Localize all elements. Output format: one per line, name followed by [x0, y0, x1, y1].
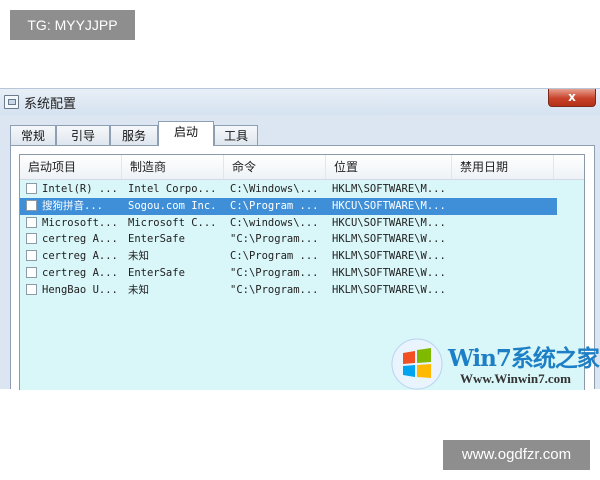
- startup-checkbox[interactable]: [26, 283, 37, 295]
- column-header-manufacturer[interactable]: 制造商: [122, 155, 224, 179]
- column-header-location[interactable]: 位置: [326, 155, 452, 179]
- cell-location: HKLM\SOFTWARE\M...: [332, 183, 446, 195]
- window-title: 系统配置: [24, 97, 77, 112]
- table-row[interactable]: Microsoft... Microsoft C... C:\windows\.…: [20, 215, 584, 232]
- table-row[interactable]: Intel(R) ... Intel Corpo... C:\Windows\.…: [20, 181, 584, 198]
- cell-item: Intel(R) ...: [42, 183, 118, 195]
- tab-services[interactable]: 服务: [110, 125, 158, 145]
- cell-item: certreg A...: [42, 250, 118, 263]
- column-header-disabled-date[interactable]: 禁用日期: [452, 155, 554, 179]
- cell-location: HKLM\SOFTWARE\W...: [332, 283, 446, 296]
- close-button[interactable]: x: [548, 89, 596, 107]
- table-row[interactable]: certreg A... EnterSafe "C:\Program... HK…: [20, 265, 584, 282]
- win7-logo: Win7系统之家 Www.Winwin7.com: [390, 337, 600, 397]
- startup-checkbox[interactable]: [26, 216, 37, 228]
- cell-manufacturer: Intel Corpo...: [128, 183, 217, 195]
- cell-manufacturer: 未知: [128, 283, 149, 296]
- cell-manufacturer: Sogou.com Inc.: [128, 199, 217, 212]
- cell-command: "C:\Program...: [230, 266, 319, 279]
- startup-checkbox[interactable]: [26, 250, 37, 262]
- startup-checkbox[interactable]: [26, 183, 37, 194]
- tab-boot[interactable]: 引导: [56, 125, 110, 145]
- tab-startup[interactable]: 启动: [158, 121, 214, 146]
- table-row[interactable]: certreg A... EnterSafe "C:\Program... HK…: [20, 231, 584, 248]
- logo-brand-text: Win7系统之家: [448, 345, 600, 372]
- startup-checkbox[interactable]: [26, 266, 37, 278]
- cell-item: HengBao U...: [42, 283, 118, 296]
- cell-manufacturer: EnterSafe: [128, 266, 185, 279]
- cell-command: C:\windows\...: [230, 216, 319, 229]
- tab-general[interactable]: 常规: [10, 125, 56, 145]
- table-row[interactable]: certreg A... 未知 C:\Program ... HKLM\SOFT…: [20, 248, 584, 265]
- cell-item: certreg A...: [42, 266, 118, 279]
- startup-rows: Intel(R) ... Intel Corpo... C:\Windows\.…: [20, 181, 584, 299]
- cell-command: C:\Windows\...: [230, 183, 319, 195]
- list-header: 启动项目 制造商 命令 位置 禁用日期: [20, 155, 584, 180]
- watermark-top: TG: MYYJJPP: [10, 10, 135, 40]
- cell-manufacturer: EnterSafe: [128, 233, 185, 246]
- startup-checkbox[interactable]: [26, 199, 37, 211]
- system-config-window: 系统配置 x 常规 引导 服务 启动 工具 启动项目 制造商 命令 位置 禁用日…: [0, 88, 600, 390]
- system-config-icon: [4, 95, 19, 109]
- cell-manufacturer: 未知: [128, 250, 149, 263]
- tab-tools[interactable]: 工具: [214, 125, 258, 145]
- cell-command: C:\Program ...: [230, 250, 319, 263]
- cell-manufacturer: Microsoft C...: [128, 216, 217, 229]
- windows-flag-icon: [391, 338, 443, 390]
- cell-command: "C:\Program...: [230, 233, 319, 246]
- cell-location: HKLM\SOFTWARE\W...: [332, 233, 446, 246]
- column-header-command[interactable]: 命令: [224, 155, 326, 179]
- cell-item: Microsoft...: [42, 216, 118, 229]
- watermark-bottom: www.ogdfzr.com: [443, 440, 590, 470]
- logo-url: Www.Winwin7.com: [460, 371, 571, 386]
- tab-bar: 常规 引导 服务 启动 工具: [10, 121, 595, 146]
- table-row[interactable]: HengBao U... 未知 "C:\Program... HKLM\SOFT…: [20, 282, 584, 299]
- cell-location: HKLM\SOFTWARE\W...: [332, 250, 446, 263]
- cell-location: HKCU\SOFTWARE\M...: [332, 216, 446, 229]
- cell-location: HKCU\SOFTWARE\M...: [332, 199, 446, 212]
- startup-checkbox[interactable]: [26, 233, 37, 245]
- cell-location: HKLM\SOFTWARE\W...: [332, 266, 446, 279]
- column-header-startup-item[interactable]: 启动项目: [20, 155, 122, 179]
- table-row-selected[interactable]: 搜狗拼音... Sogou.com Inc. C:\Program ... HK…: [20, 197, 557, 215]
- cell-command: C:\Program ...: [230, 199, 319, 212]
- cell-item: 搜狗拼音...: [42, 199, 103, 212]
- cell-command: "C:\Program...: [230, 283, 319, 296]
- cell-item: certreg A...: [42, 233, 118, 246]
- title-bar: 系统配置 x: [0, 89, 600, 115]
